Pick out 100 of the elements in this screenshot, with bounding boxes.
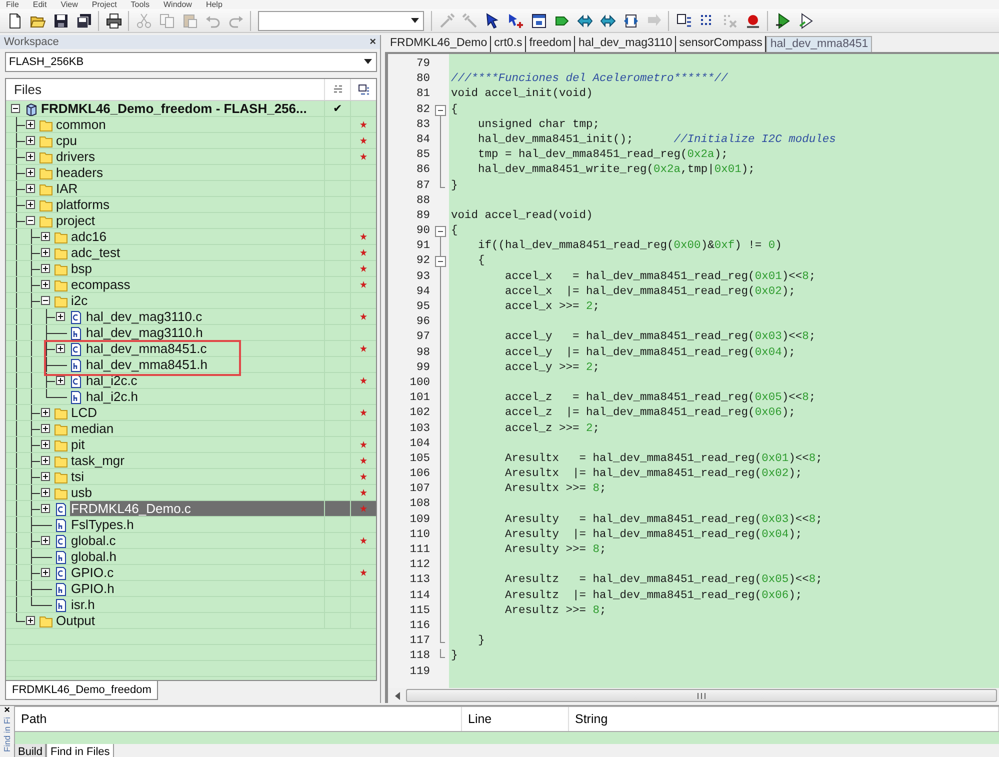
tree-item[interactable]: FslTypes.h: [70, 517, 324, 532]
tree-item[interactable]: GPIO.h: [70, 581, 324, 596]
menu-item[interactable]: Help: [206, 0, 222, 9]
tree-item[interactable]: adc_test: [70, 245, 324, 260]
expand-icon[interactable]: [41, 536, 50, 545]
expand-icon[interactable]: [26, 120, 35, 129]
tree-item[interactable]: global.c: [70, 533, 324, 548]
expand-icon[interactable]: [41, 440, 50, 449]
panel-tab[interactable]: Find in Files: [46, 744, 114, 757]
grid-arrows-icon[interactable]: [676, 12, 692, 28]
expand-icon[interactable]: [26, 152, 35, 161]
collapse-icon[interactable]: [41, 296, 50, 305]
arrow-left-icon[interactable]: [576, 12, 592, 28]
scroll-left-icon[interactable]: [394, 692, 402, 700]
tree-item[interactable]: hal_dev_mma8451.c: [85, 341, 324, 356]
arrows-icon[interactable]: [622, 12, 638, 28]
editor-tab[interactable]: hal_dev_mma8451: [766, 36, 872, 52]
close-button[interactable]: ×: [370, 36, 376, 48]
save-icon[interactable]: [52, 12, 68, 28]
tree-item[interactable]: bsp: [70, 261, 324, 276]
expand-icon[interactable]: [26, 168, 35, 177]
expand-icon[interactable]: [41, 264, 50, 273]
menu-item[interactable]: View: [60, 0, 78, 9]
tree-item[interactable]: pit: [70, 437, 324, 452]
tree-item[interactable]: hal_dev_mag3110.h: [85, 325, 324, 340]
menu-item[interactable]: Tools: [130, 0, 150, 9]
expand-icon[interactable]: [41, 280, 50, 289]
expand-icon[interactable]: [41, 248, 50, 257]
menu-item[interactable]: Edit: [32, 0, 47, 9]
tree-item[interactable]: platforms: [55, 197, 324, 212]
menu-item[interactable]: Project: [92, 0, 117, 9]
new-file-icon[interactable]: [6, 12, 22, 28]
tree-item[interactable]: IAR: [55, 181, 324, 196]
tree-item[interactable]: median: [70, 421, 324, 436]
editor-tab[interactable]: crt0.s: [491, 36, 526, 52]
tree-item[interactable]: i2c: [70, 293, 324, 308]
save-all-icon[interactable]: [76, 12, 92, 28]
tree-item[interactable]: common: [55, 117, 324, 132]
expand-icon[interactable]: [41, 472, 50, 481]
expand-icon[interactable]: [41, 408, 50, 417]
tree-item[interactable]: Output: [55, 613, 324, 628]
expand-icon[interactable]: [41, 504, 50, 513]
expand-icon[interactable]: [41, 568, 50, 577]
expand-icon[interactable]: [41, 488, 50, 497]
tree-item[interactable]: FRDMKL46_Demo.c: [70, 501, 324, 516]
tree-item[interactable]: hal_dev_mma8451.h: [85, 357, 324, 372]
tree-item[interactable]: LCD: [70, 405, 324, 420]
tree-item[interactable]: task_mgr: [70, 453, 324, 468]
make-icon[interactable]: [774, 12, 790, 28]
tree-item[interactable]: hal_i2c.h: [85, 389, 324, 404]
expand-icon[interactable]: [56, 312, 65, 321]
expand-icon[interactable]: [41, 424, 50, 433]
column-header[interactable]: String: [575, 712, 608, 726]
collapse-icon[interactable]: [435, 256, 446, 268]
tree-item[interactable]: isr.h: [70, 597, 324, 612]
tree-item[interactable]: drivers: [55, 149, 324, 164]
tree-item[interactable]: tsi: [70, 469, 324, 484]
tree-item[interactable]: hal_dev_mag3110.c: [85, 309, 324, 324]
print-icon[interactable]: [106, 12, 122, 28]
expand-icon[interactable]: [26, 184, 35, 193]
menu-item[interactable]: Window: [163, 0, 192, 9]
collapse-icon[interactable]: [435, 226, 446, 238]
tree-item[interactable]: global.h: [70, 549, 324, 564]
close-button[interactable]: ×: [4, 706, 10, 716]
tree-item[interactable]: project: [55, 213, 324, 228]
editor-tab[interactable]: hal_dev_mag3110: [575, 36, 676, 52]
editor-tab[interactable]: FRDMKL46_Demo: [387, 36, 492, 52]
expand-icon[interactable]: [41, 456, 50, 465]
expand-icon[interactable]: [41, 232, 50, 241]
options-icon[interactable]: [332, 84, 344, 96]
arrow-right-icon[interactable]: [600, 12, 616, 28]
expand-icon[interactable]: [26, 136, 35, 145]
tree-item[interactable]: hal_i2c.c: [85, 373, 324, 388]
cursor-arrow-icon[interactable]: [484, 12, 500, 28]
grid-icon[interactable]: [358, 84, 370, 96]
workspace-tab[interactable]: FRDMKL46_Demo_freedom: [5, 681, 158, 700]
configuration-dropdown[interactable]: FLASH_256KB: [5, 52, 377, 72]
tree-item[interactable]: cpu: [55, 133, 324, 148]
tree-item[interactable]: adc16: [70, 229, 324, 244]
editor-tab[interactable]: freedom: [526, 36, 576, 52]
expand-icon[interactable]: [26, 200, 35, 209]
target-combo[interactable]: [258, 10, 424, 30]
panel-tab[interactable]: Build: [14, 744, 46, 757]
collapse-icon[interactable]: [11, 104, 20, 113]
tree-item[interactable]: FRDMKL46_Demo_freedom - FLASH_256...: [40, 101, 324, 116]
expand-icon[interactable]: [56, 344, 65, 353]
column-header[interactable]: Line: [468, 712, 492, 726]
tree-item[interactable]: headers: [55, 165, 324, 180]
cursor-arrow-plus-icon[interactable]: [508, 12, 524, 28]
collapse-icon[interactable]: [26, 216, 35, 225]
expand-icon[interactable]: [56, 376, 65, 385]
tree-item[interactable]: GPIO.c: [70, 565, 324, 580]
expand-icon[interactable]: [26, 616, 35, 625]
column-header[interactable]: Path: [21, 712, 47, 726]
tree-item[interactable]: usb: [70, 485, 324, 500]
collapse-icon[interactable]: [435, 104, 446, 116]
breakpoint-icon[interactable]: [744, 12, 760, 28]
debug-icon[interactable]: [798, 12, 814, 28]
window-icon[interactable]: [530, 12, 546, 28]
menu-item[interactable]: File: [6, 0, 19, 9]
